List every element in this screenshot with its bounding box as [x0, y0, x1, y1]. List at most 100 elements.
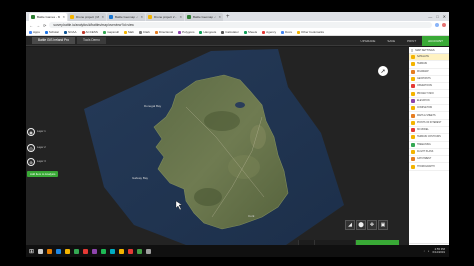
- system-tray: ◔ ◖ 2:55 PM 6/14/2019: [423, 247, 449, 255]
- taskbar-app-icon[interactable]: [56, 248, 62, 254]
- taskbar-app-icon[interactable]: [101, 248, 107, 254]
- sidebar-header: ≡ MAP SETTINGS: [409, 47, 449, 54]
- measure-tool-icon[interactable]: ◢: [345, 220, 355, 230]
- browser-tab[interactable]: Battle Geomap - Earthgolo...✕: [107, 13, 145, 21]
- layer-toggle-icon[interactable]: ◎: [27, 144, 35, 152]
- tab-close-icon[interactable]: ✕: [218, 15, 221, 19]
- header-button-upgrade[interactable]: UPGRADE: [355, 36, 382, 46]
- bookmark-label: Agency: [266, 30, 277, 34]
- windows-start-icon[interactable]: ⊞: [29, 248, 34, 255]
- taskbar-app-icon[interactable]: [83, 248, 89, 254]
- sidebar-item[interactable]: ROADMAP: [409, 69, 449, 76]
- sidebar-item[interactable]: TERRAIN: [409, 61, 449, 69]
- minimize-button[interactable]: —: [428, 12, 432, 21]
- taskbar-app-icon[interactable]: [65, 248, 71, 254]
- sidebar-item[interactable]: TERRAIN CONTOURS: [409, 134, 449, 142]
- sidebar-item[interactable]: HYDROGRAPHY: [409, 163, 449, 171]
- point-tool-icon[interactable]: ⬤: [356, 220, 366, 230]
- header-button-save[interactable]: SAVE: [381, 36, 401, 46]
- bookmark-item[interactable]: Docs: [281, 30, 292, 34]
- sidebar-item[interactable]: 3D MODEL: [409, 127, 449, 135]
- sidebar-item-label: CATCHMENT: [417, 158, 432, 161]
- bookmark-item[interactable]: NOAA: [64, 30, 77, 34]
- sidebar-item-icon: [411, 113, 415, 118]
- tab-close-icon[interactable]: ✕: [101, 15, 104, 19]
- app-tab[interactable]: Battle GIS Ireland Pro: [32, 37, 76, 44]
- taskbar-app-icon[interactable]: [38, 248, 44, 254]
- bookmark-item[interactable]: Clark: [138, 30, 150, 34]
- new-tab-button[interactable]: +: [224, 13, 232, 21]
- sidebar-item[interactable]: CATCHMENT: [409, 156, 449, 164]
- header-button-print[interactable]: PRINT: [401, 36, 422, 46]
- bookmark-item[interactable]: mapsnull: [102, 30, 119, 34]
- layer-toggle-icon[interactable]: ◉: [27, 128, 35, 136]
- reload-icon[interactable]: ⟳: [43, 23, 46, 28]
- browser-tab[interactable]: Battle Geomap - GIS Tools✕: [185, 13, 223, 21]
- sidebar-item-label: GEOPOINTS: [417, 78, 431, 81]
- app-tab[interactable]: Tools Demo: [77, 37, 106, 44]
- sidebar-items: SATELLITE TERRAIN ROADMAP GEOPOINTS OPERATIO…: [409, 54, 449, 171]
- map-view[interactable]: Donegal Bay Galway Bay Cork ◉ Layer 1 ◎ Lay…: [26, 47, 409, 257]
- taskbar-app-icon[interactable]: [137, 248, 143, 254]
- bookmark-icon: [102, 30, 106, 34]
- sidebar-item[interactable]: MAPS & SHEETS: [409, 112, 449, 120]
- tab-title: Battle Geomap - Earthgolo...: [115, 15, 138, 19]
- add-to-analysis-button[interactable]: Add Item to Analysis: [27, 171, 59, 177]
- menu-icon[interactable]: ≡: [411, 48, 413, 53]
- bookmark-item[interactable]: Polygons: [178, 30, 194, 34]
- taskbar-app-icon[interactable]: [146, 248, 152, 254]
- sidebar-item[interactable]: SATELLITE: [409, 54, 449, 62]
- extension-icon[interactable]: [435, 23, 439, 27]
- wifi-icon[interactable]: ◔: [423, 249, 425, 253]
- compass-icon[interactable]: ➚: [378, 66, 388, 76]
- taskbar-app-icon[interactable]: [128, 248, 134, 254]
- tab-close-icon[interactable]: ✕: [140, 15, 143, 19]
- layers-tool-icon[interactable]: ▣: [378, 220, 388, 230]
- sidebar-item[interactable]: ELEVATION: [409, 98, 449, 106]
- taskbar-app-icon[interactable]: [119, 248, 125, 254]
- sidebar-item[interactable]: COMPLETION: [409, 105, 449, 113]
- sidebar-item[interactable]: OPERATIONS: [409, 83, 449, 91]
- sidebar-item[interactable]: FLIGHT PLANS: [409, 149, 449, 157]
- bookmark-item[interactable]: Apps: [29, 30, 40, 34]
- url-field[interactable]: survey.battle.io/analytics/#/battles/map…: [49, 22, 432, 28]
- sidebar-item-icon: [411, 62, 415, 67]
- volume-icon[interactable]: ◖: [428, 249, 430, 253]
- header-button-account[interactable]: ACCOUNT: [422, 35, 449, 46]
- browser-tab[interactable]: Drone project 2 - Mapping...✕: [146, 13, 184, 21]
- bookmark-item[interactable]: Scholar: [44, 30, 59, 34]
- sidebar-item[interactable]: TREELINING: [409, 142, 449, 149]
- taskbar-app-icon[interactable]: [47, 248, 53, 254]
- close-window-button[interactable]: ✕: [443, 12, 446, 21]
- tab-favicon-icon: [187, 15, 191, 19]
- profile-avatar-icon[interactable]: [442, 23, 446, 27]
- taskbar-app-icon[interactable]: [110, 248, 116, 254]
- bookmark-item[interactable]: Directional: [154, 30, 173, 34]
- browser-tab[interactable]: Battle Games - Maritime &...✕: [29, 13, 67, 21]
- clock[interactable]: 2:55 PM 6/14/2019: [433, 247, 445, 255]
- sidebar-item[interactable]: PROJECT INFO: [409, 90, 449, 98]
- back-arrow-icon[interactable]: ←: [29, 23, 33, 28]
- browser-tab[interactable]: Drone project | Mapping...✕: [68, 13, 106, 21]
- tab-close-icon[interactable]: ✕: [179, 15, 182, 19]
- layer-toggle-icon[interactable]: ⊕: [27, 158, 35, 166]
- sidebar-item-icon: [411, 120, 415, 125]
- bookmark-item[interactable]: ACCESS: [81, 30, 98, 34]
- sidebar-item-icon: [411, 128, 415, 133]
- taskbar-app-icon[interactable]: [74, 248, 80, 254]
- forward-arrow-icon[interactable]: →: [36, 23, 40, 28]
- bookmark-item[interactable]: Hangouts: [199, 30, 216, 34]
- bookmark-item[interactable]: Sheets: [243, 30, 257, 34]
- pan-tool-icon[interactable]: ✥: [367, 220, 377, 230]
- bookmark-icon: [221, 30, 225, 34]
- bookmark-item[interactable]: Other bookmarks: [297, 30, 324, 34]
- tab-close-icon[interactable]: ✕: [62, 15, 65, 19]
- bookmark-item[interactable]: Calculator: [221, 30, 239, 34]
- sidebar-item[interactable]: POINTS OF INTEREST: [409, 120, 449, 127]
- maximize-button[interactable]: □: [436, 12, 438, 21]
- sidebar-item[interactable]: GEOPOINTS: [409, 76, 449, 84]
- bookmark-item[interactable]: Agency: [262, 30, 276, 34]
- taskbar-app-icon[interactable]: [92, 248, 98, 254]
- place-label: Galway Bay: [132, 176, 149, 180]
- bookmark-item[interactable]: Slab: [123, 30, 134, 34]
